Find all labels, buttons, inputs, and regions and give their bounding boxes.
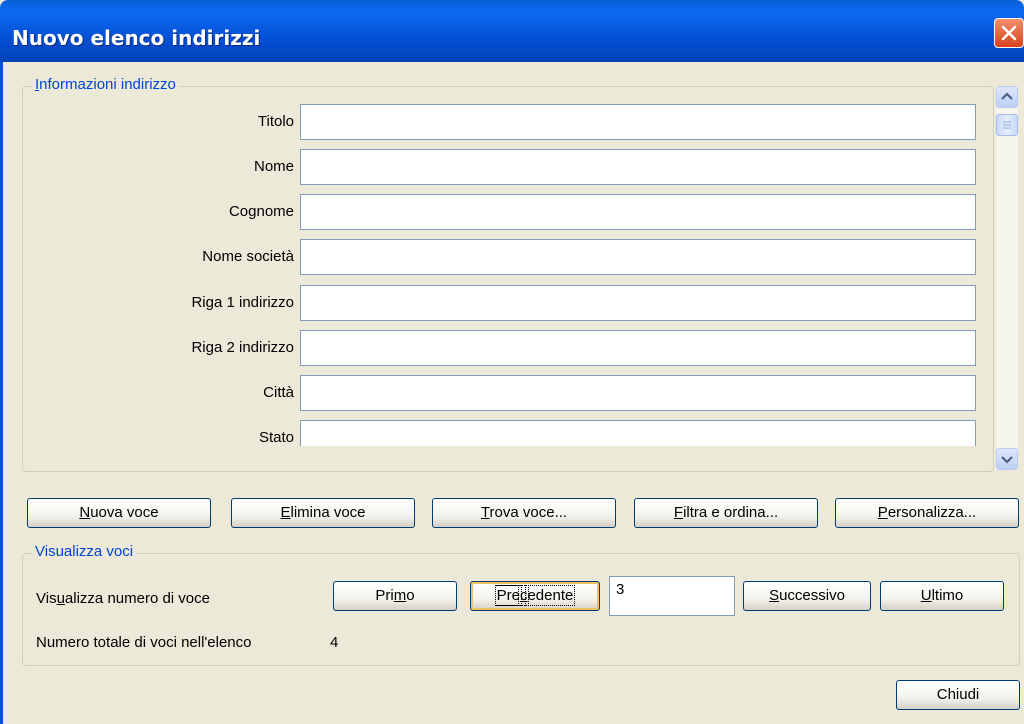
field-input[interactable] — [300, 285, 976, 321]
first-button[interactable]: Primo — [333, 581, 457, 611]
total-entries-value: 4 — [330, 634, 339, 651]
field-label: Nome società — [202, 248, 294, 265]
find-entry-button[interactable]: Trova voce... — [432, 498, 616, 528]
last-button[interactable]: Ultimo — [880, 581, 1004, 611]
address-info-group-label: Informazioni indirizzo — [32, 76, 179, 93]
field-label: Stato — [258, 429, 294, 446]
title-bar: Nuovo elenco indirizzi — [0, 0, 1024, 62]
new-entry-button[interactable]: Nuova voce — [27, 498, 211, 528]
window-frame-left — [0, 62, 3, 724]
field-input[interactable] — [300, 194, 976, 230]
field-label: Nome — [253, 158, 294, 175]
delete-entry-button[interactable]: Elimina voce — [231, 498, 415, 528]
total-entries-label: Numero totale di voci nell'elenco — [36, 634, 252, 651]
scroll-up-button[interactable] — [996, 86, 1018, 108]
window-close-button[interactable] — [994, 18, 1024, 48]
field-input[interactable] — [300, 330, 976, 366]
address-scrollbar[interactable] — [996, 86, 1018, 470]
previous-button[interactable]: Precedente — [470, 581, 600, 611]
view-entries-group-label: Visualizza voci — [32, 543, 137, 560]
entry-number-input[interactable]: 3 — [609, 576, 735, 616]
chevron-down-icon — [1001, 456, 1013, 464]
field-input[interactable] — [300, 375, 976, 411]
grip-icon — [1003, 121, 1011, 129]
field-input[interactable] — [300, 239, 976, 275]
field-label: Riga 1 indirizzo — [191, 294, 294, 311]
scroll-down-button[interactable] — [996, 448, 1018, 470]
field-label: Città — [263, 384, 294, 401]
filter-sort-button[interactable]: Filtra e ordina... — [634, 498, 818, 528]
customize-button[interactable]: Personalizza... — [835, 498, 1019, 528]
close-button[interactable]: Chiudi — [896, 680, 1020, 710]
chevron-up-icon — [1001, 92, 1013, 100]
field-label: Cognome — [228, 203, 294, 220]
show-number-label: Visualizza numero di voce — [36, 590, 210, 607]
field-input[interactable] — [300, 149, 976, 185]
address-info-group — [22, 86, 994, 472]
field-label: Riga 2 indirizzo — [191, 339, 294, 356]
window-title: Nuovo elenco indirizzi — [12, 26, 261, 50]
field-label: Titolo — [257, 113, 294, 130]
close-icon — [1001, 25, 1017, 41]
field-input[interactable] — [300, 104, 976, 140]
next-button[interactable]: Successivo — [743, 581, 871, 611]
field-input[interactable] — [300, 420, 976, 446]
scroll-thumb[interactable] — [996, 114, 1018, 136]
